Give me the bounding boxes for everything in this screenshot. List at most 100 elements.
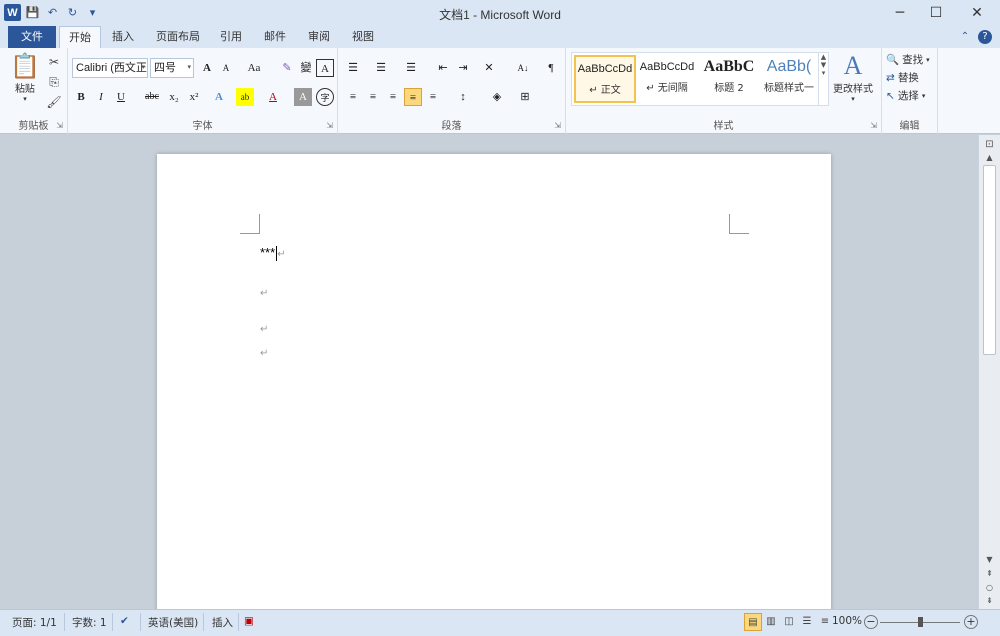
tab-insert[interactable]: 插入 bbox=[103, 26, 143, 48]
bold-button[interactable]: B bbox=[72, 88, 90, 106]
align-right-icon[interactable]: ≡ bbox=[384, 88, 402, 106]
select-button[interactable]: ↖ 选择 ▾ bbox=[886, 88, 925, 103]
bullets-icon[interactable]: ☰ bbox=[344, 59, 362, 77]
show-marks-icon[interactable]: ¶ bbox=[542, 59, 560, 77]
text-effects-icon[interactable]: A bbox=[210, 88, 228, 106]
multilevel-list-icon[interactable]: ☰ bbox=[402, 59, 420, 77]
document-text: *** bbox=[260, 245, 276, 260]
styles-launcher-icon[interactable]: ⇲ bbox=[870, 121, 877, 130]
previous-page-icon[interactable]: ⇞ bbox=[982, 569, 997, 578]
clipboard-launcher-icon[interactable]: ⇲ bbox=[56, 121, 63, 130]
document-line-2[interactable]: ↵ bbox=[260, 284, 268, 299]
increase-indent-icon[interactable]: ⇥ bbox=[454, 59, 472, 77]
font-size-combo[interactable]: 四号 ▾ bbox=[150, 58, 194, 78]
line-spacing-icon[interactable]: ↕ bbox=[454, 88, 472, 106]
cut-icon[interactable]: ✂ bbox=[46, 54, 62, 70]
browse-object-icon[interactable]: ○ bbox=[982, 583, 997, 592]
style-item-heading-2[interactable]: AaBbC 标题 2 bbox=[698, 55, 760, 103]
change-case-button[interactable]: Aa bbox=[242, 59, 266, 77]
minimize-button[interactable]: ─ bbox=[882, 0, 918, 26]
paragraph-mark: ↵ bbox=[260, 348, 269, 359]
style-preview: AaBbCcDd bbox=[639, 61, 695, 73]
find-button[interactable]: 🔍 查找 ▾ bbox=[886, 52, 930, 67]
center-icon[interactable]: ≡ bbox=[364, 88, 382, 106]
document-line-4[interactable]: ↵ bbox=[260, 344, 268, 359]
font-name-combo[interactable]: Calibri (西文正 ▾ bbox=[72, 58, 148, 78]
print-layout-view-icon[interactable]: ▤ bbox=[744, 613, 762, 631]
format-painter-icon[interactable]: 🖌 bbox=[46, 94, 62, 110]
style-gallery: AaBbCcDd ↵ 正文 AaBbCcDd ↵ 无间隔 AaBbC 标题 2 … bbox=[571, 52, 829, 106]
numbering-icon[interactable]: ☰ bbox=[372, 59, 390, 77]
character-border-icon[interactable]: A bbox=[316, 59, 334, 77]
tab-view[interactable]: 视图 bbox=[344, 26, 382, 48]
underline-button[interactable]: U bbox=[112, 88, 130, 106]
strikethrough-button[interactable]: abc bbox=[140, 88, 164, 106]
scroll-down-icon[interactable]: ▼ bbox=[982, 555, 997, 564]
tab-mailings[interactable]: 邮件 bbox=[256, 26, 294, 48]
maximize-button[interactable]: ☐ bbox=[918, 0, 954, 26]
zoom-out-button[interactable]: − bbox=[864, 615, 878, 629]
replace-button[interactable]: ⇄ 替换 bbox=[886, 70, 919, 85]
phonetic-guide-icon[interactable]: 變 bbox=[297, 59, 315, 77]
paragraph-launcher-icon[interactable]: ⇲ bbox=[554, 121, 561, 130]
gallery-scroll[interactable]: ▲ ▼ ▾ bbox=[818, 53, 828, 105]
borders-icon[interactable]: ⊞ bbox=[516, 88, 534, 106]
shrink-font-button[interactable]: A bbox=[217, 59, 235, 77]
grow-font-button[interactable]: A bbox=[198, 59, 216, 77]
scroll-thumb[interactable] bbox=[983, 165, 996, 355]
superscript-button[interactable]: x² bbox=[184, 88, 204, 106]
change-styles-button[interactable]: A 更改样式 ▾ bbox=[833, 52, 873, 104]
status-divider bbox=[203, 613, 204, 631]
style-item-normal[interactable]: AaBbCcDd ↵ 正文 bbox=[574, 55, 636, 103]
document-line-3[interactable]: ↵ bbox=[260, 320, 268, 335]
ruler-toggle-icon[interactable]: ⊡ bbox=[982, 139, 997, 150]
proofing-icon[interactable]: ✔ bbox=[120, 615, 129, 627]
scroll-up-icon[interactable]: ▲ bbox=[982, 153, 997, 162]
font-group: Calibri (西文正 ▾ 四号 ▾ A A Aa ✎ 變 A B I U abc… bbox=[68, 48, 338, 134]
distributed-icon[interactable]: ≡ bbox=[424, 88, 442, 106]
chinese-layout-icon[interactable]: ✕ bbox=[480, 59, 498, 77]
outline-view-icon[interactable]: ☰ bbox=[798, 613, 816, 631]
zoom-slider-thumb[interactable] bbox=[918, 617, 923, 627]
close-button[interactable]: ✕ bbox=[954, 0, 1000, 26]
insert-mode[interactable]: 插入 bbox=[212, 615, 233, 630]
next-page-icon[interactable]: ⇟ bbox=[982, 596, 997, 605]
copy-icon[interactable]: ⎘ bbox=[46, 74, 62, 90]
tab-references[interactable]: 引用 bbox=[212, 26, 250, 48]
vertical-scrollbar[interactable]: ⊡ ▲ ▼ ⇞ ○ ⇟ bbox=[978, 135, 1000, 609]
highlight-color-icon[interactable]: ab bbox=[236, 88, 254, 106]
align-left-icon[interactable]: ≡ bbox=[344, 88, 362, 106]
shading-icon[interactable]: ◈ bbox=[488, 88, 506, 106]
subscript-button[interactable]: x₂ bbox=[164, 88, 184, 106]
tab-file[interactable]: 文件 bbox=[8, 26, 56, 48]
collapse-ribbon-icon[interactable]: ⌃ bbox=[958, 30, 972, 44]
sort-icon[interactable]: A↓ bbox=[512, 59, 534, 77]
zoom-level[interactable]: 100% bbox=[832, 615, 862, 627]
font-color-icon[interactable]: A bbox=[264, 88, 282, 106]
paste-button[interactable]: 📋 粘贴 ▾ bbox=[10, 52, 40, 103]
tab-page-layout[interactable]: 页面布局 bbox=[148, 26, 208, 48]
document-line-1[interactable]: *** ↵ bbox=[260, 245, 286, 262]
page-count[interactable]: 页面: 1/1 bbox=[12, 615, 57, 630]
web-layout-icon[interactable]: ◫ bbox=[780, 613, 798, 631]
title-bar: W 💾 ↶ ↻ ▾ 文档1 - Microsoft Word ─ ☐ ✕ bbox=[0, 0, 1000, 26]
window-controls: ─ ☐ ✕ bbox=[882, 0, 1000, 26]
clear-format-icon[interactable]: ✎ bbox=[278, 59, 296, 77]
tab-home[interactable]: 开始 bbox=[59, 26, 101, 49]
zoom-in-button[interactable]: + bbox=[964, 615, 978, 629]
help-icon[interactable]: ? bbox=[978, 30, 992, 44]
style-item-no-spacing[interactable]: AaBbCcDd ↵ 无间隔 bbox=[636, 55, 698, 103]
macro-record-icon[interactable]: ▣ bbox=[244, 615, 254, 627]
document-page[interactable]: *** ↵ ↵ ↵ ↵ bbox=[157, 154, 831, 609]
full-screen-reading-icon[interactable]: ▥ bbox=[762, 613, 780, 631]
italic-button[interactable]: I bbox=[92, 88, 110, 106]
justify-icon[interactable]: ≡ bbox=[404, 88, 422, 106]
decrease-indent-icon[interactable]: ⇤ bbox=[434, 59, 452, 77]
tab-review[interactable]: 审阅 bbox=[300, 26, 338, 48]
font-launcher-icon[interactable]: ⇲ bbox=[326, 121, 333, 130]
language[interactable]: 英语(美国) bbox=[148, 615, 198, 630]
enclose-characters-icon[interactable]: 字 bbox=[316, 88, 334, 106]
character-shading-icon[interactable]: A bbox=[294, 88, 312, 106]
word-count[interactable]: 字数: 1 bbox=[72, 615, 107, 630]
style-item-title-style-1[interactable]: AaBb( 标题样式一 bbox=[758, 55, 820, 103]
